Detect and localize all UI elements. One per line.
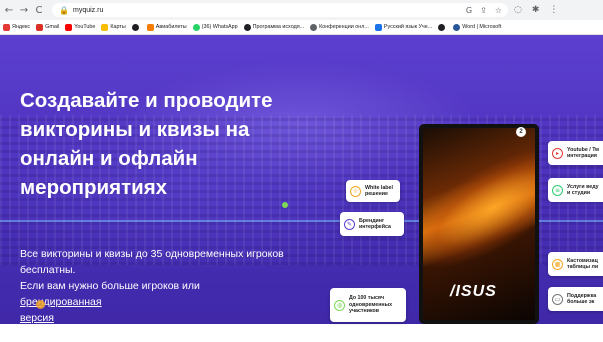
branded-version-link-2[interactable]: версия (20, 312, 54, 324)
reload-button[interactable]: C (33, 3, 45, 17)
feature-youtube[interactable]: ▸ Youtube / Tw интеграция (548, 141, 603, 165)
asus-logo: /ISUS (450, 283, 497, 300)
bookmark-maps[interactable]: Карты (101, 23, 126, 31)
avia-icon (146, 23, 154, 31)
feature-screens[interactable]: ▭ Поддержка больше эк (548, 287, 603, 311)
branded-version-link[interactable]: брендированная (20, 296, 102, 308)
browser-window: ← → C 🔒 myquiz.ru G ⇪ ☆ ◌ ✱ ⋮ Яндекс Gma… (0, 0, 603, 340)
menu-icon[interactable]: ⋮ (549, 5, 558, 15)
decor-dot (282, 202, 288, 208)
bookmark-yandex[interactable]: Яндекс (3, 23, 30, 31)
browser-toolbar: ← → C 🔒 myquiz.ru G ⇪ ☆ ◌ ✱ ⋮ (0, 0, 603, 20)
bookmarks-bar: Яндекс Gmail YouTube Карты Авиабилеты (3… (0, 20, 603, 35)
screen-icon: ▭ (552, 293, 563, 305)
address-bar[interactable]: 🔒 myquiz.ru G ⇪ ☆ (52, 3, 508, 17)
bookmark-avia[interactable]: Авиабилеты (146, 23, 187, 31)
feature-leaderboard[interactable]: ▦ Кастомизац таблицы ли (548, 252, 603, 276)
word-icon (453, 23, 461, 31)
github-icon (131, 23, 139, 31)
audio-icon: ≡ (552, 184, 563, 196)
extensions-bar: ◌ ✱ ⋮ (514, 3, 558, 17)
count-badge: 2 (516, 127, 526, 137)
back-button[interactable]: ← (3, 3, 15, 17)
yandex-icon (3, 23, 10, 31)
url-text[interactable]: myquiz.ru (73, 7, 103, 14)
headline-line: Создавайте и проводите (20, 89, 273, 112)
desc-line: Если вам нужно больше игроков или бренди… (20, 280, 200, 308)
desc-line: версия, напишите нам (20, 312, 96, 340)
cursor-highlight (36, 300, 45, 309)
feature-white-label[interactable]: ☼ White label решение (346, 180, 400, 202)
address-actions: G ⇪ ☆ (466, 3, 502, 17)
whatsapp-icon (192, 23, 200, 31)
sun-icon: ☼ (350, 185, 361, 197)
globe-icon (310, 23, 318, 31)
headline-line: викторины и квизы на (20, 118, 250, 141)
maps-icon (101, 23, 109, 31)
bookmark-github-2[interactable] (438, 23, 447, 31)
bookmark-word[interactable]: Word | Microsoft (453, 23, 501, 31)
feature-branding[interactable]: ✎ Брендинг интерфейса (340, 212, 404, 236)
tablet-wallpaper (423, 128, 535, 293)
bookmark-star-icon[interactable]: ☆ (495, 6, 502, 15)
github-icon (243, 23, 251, 31)
lock-icon[interactable]: 🔒 (58, 4, 70, 16)
bookmark-program[interactable]: Программа исходя... (243, 23, 304, 31)
youtube-icon (65, 23, 73, 31)
bookmark-conference[interactable]: Конференции онл... (310, 23, 369, 31)
desc-line: бесплатны. (20, 264, 76, 276)
bookmark-russian[interactable]: Русский язык Уче... (374, 23, 432, 31)
forward-button[interactable]: → (18, 3, 30, 17)
feature-participants[interactable]: ◍ До 100 тысяч одновременных участников (330, 288, 406, 322)
gmail-icon (36, 23, 44, 31)
desc-line: Все викторины и квизы до 35 одновременны… (20, 248, 284, 260)
google-lens-icon[interactable]: G (466, 6, 472, 15)
users-icon: ◍ (334, 299, 345, 311)
headline-line: мероприятиях (20, 176, 168, 199)
extension-icon[interactable]: ◌ (514, 5, 522, 15)
chart-icon (374, 23, 382, 31)
bookmark-github[interactable] (131, 23, 141, 31)
headline-line: онлайн и офлайн (20, 147, 198, 170)
puzzle-icon[interactable]: ✱ (532, 5, 540, 15)
table-icon: ▦ (552, 258, 563, 270)
bookmark-whatsapp[interactable]: (36) WhatsApp (192, 23, 238, 31)
bookmark-youtube[interactable]: YouTube (65, 23, 95, 31)
hero-headline: Создавайте и проводите викторины и квизы… (20, 86, 320, 202)
brush-icon: ✎ (344, 218, 355, 230)
bookmark-gmail[interactable]: Gmail (36, 23, 59, 31)
share-icon[interactable]: ⇪ (480, 6, 487, 15)
hero-description: Все викторины и квизы до 35 одновременны… (20, 246, 320, 342)
github-icon (438, 23, 446, 31)
feature-hosting[interactable]: ≡ Услуги веду и студии (548, 178, 603, 202)
play-icon: ▸ (552, 147, 563, 159)
